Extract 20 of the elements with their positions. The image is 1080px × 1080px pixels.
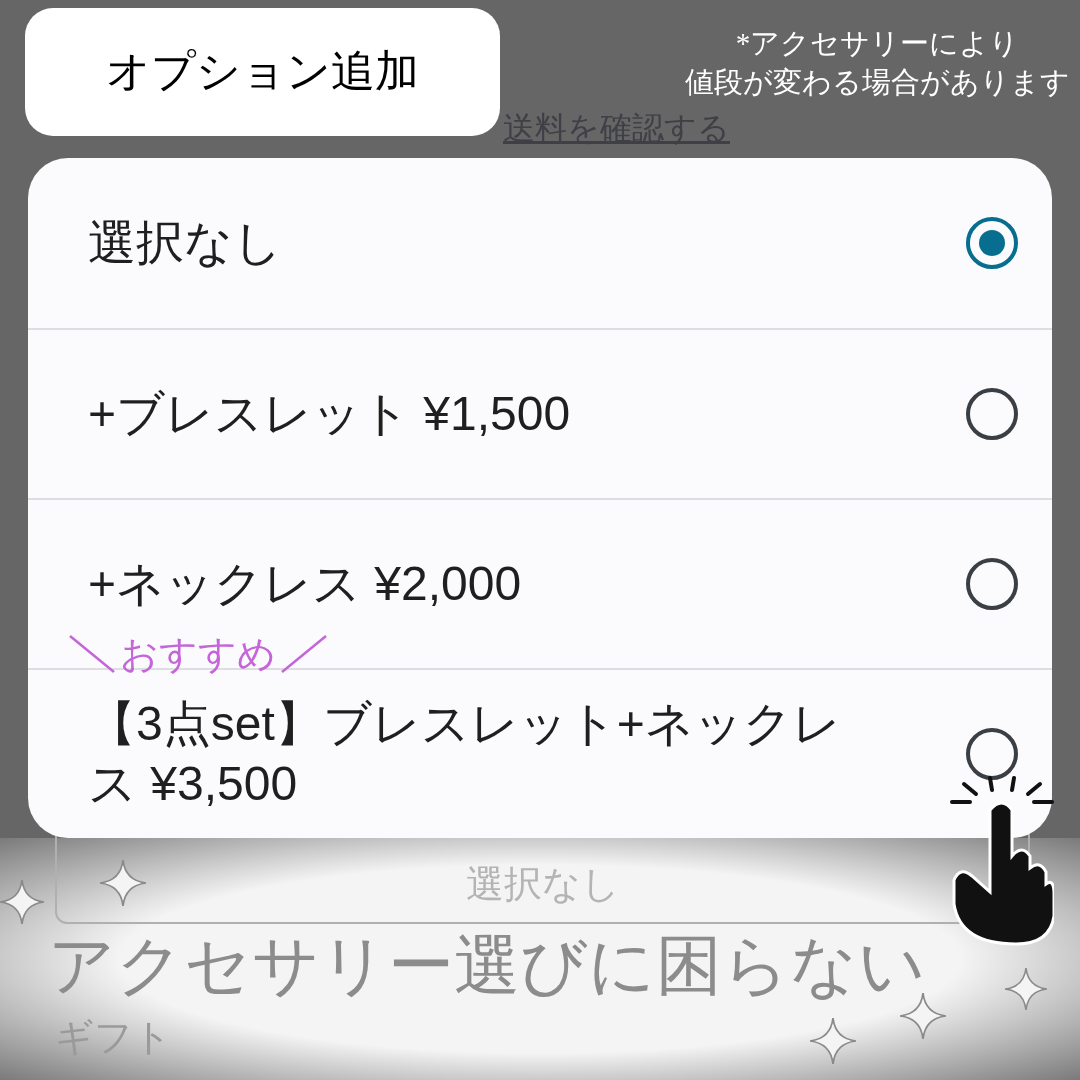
recommend-label: おすすめ [120, 632, 276, 676]
note-text: 値段が変わる場合があります [685, 65, 1070, 101]
accent-stroke-icon [68, 634, 116, 674]
sparkle-icon [100, 860, 146, 906]
option-label: +ネックレス ¥2,000 [88, 556, 522, 612]
radio-button[interactable] [966, 728, 1018, 780]
note-text: *アクセサリーにより [735, 26, 1020, 61]
promo-heading: アクセサリー選びに困らない [48, 928, 926, 1004]
radio-button[interactable] [966, 217, 1018, 269]
option-label: +ブレスレット ¥1,500 [88, 386, 571, 442]
accent-stroke-icon [280, 634, 328, 674]
sparkle-icon [810, 1018, 856, 1064]
option-label: 【3点set】ブレスレット+ネックレス ¥3,500 [88, 696, 842, 812]
title-label: オプション追加 [25, 8, 500, 136]
sparkle-icon [1005, 968, 1047, 1010]
option-label: 選択なし [88, 215, 282, 271]
radio-button[interactable] [966, 558, 1018, 610]
radio-button[interactable] [966, 388, 1018, 440]
sparkle-icon [0, 880, 44, 924]
sparkle-icon [900, 993, 946, 1039]
